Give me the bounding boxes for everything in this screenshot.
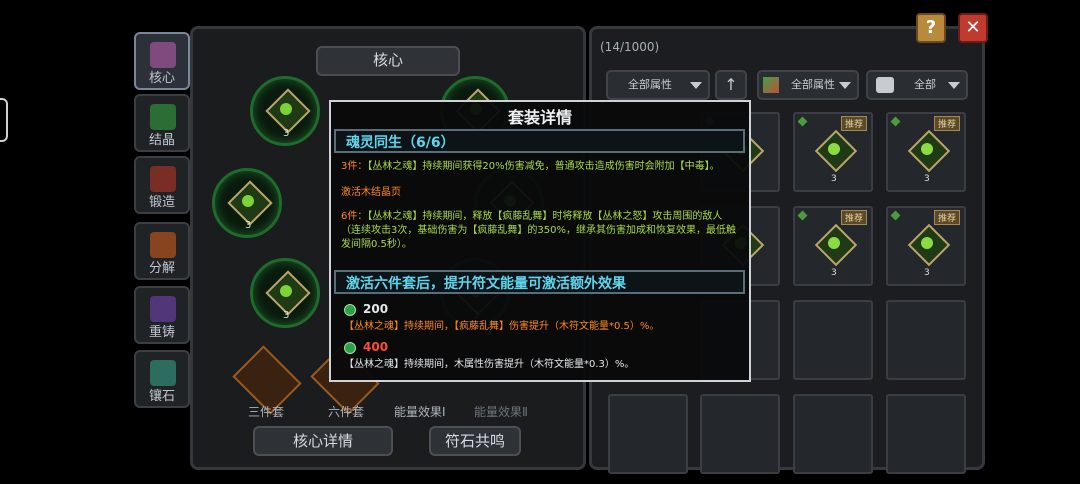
energy-header-text: 激活六件套后，提升符文能量可激活额外效果	[346, 276, 626, 292]
tab-label: 核心	[148, 71, 175, 86]
tab-recast[interactable]: 重铸	[134, 286, 190, 344]
inventory-empty-slot[interactable]	[886, 300, 966, 380]
arrow-up-icon: ↑	[724, 75, 738, 94]
inlay-tab-icon	[150, 360, 176, 386]
modal-title: 套装详情	[507, 108, 572, 127]
crystal-tab-icon	[150, 104, 176, 130]
tab-label: 结晶	[148, 133, 175, 148]
sort-button[interactable]: ↑	[715, 70, 747, 100]
six-piece-effect: 6件：【丛林之魂】持续期间，释放【疯藤乱舞】时将释放【丛林之怒】攻击周围的敌人（…	[341, 211, 736, 250]
attribute-filter-2-dropdown[interactable]: 全部属性	[757, 70, 859, 100]
inventory-item[interactable]: 推荐 3	[886, 112, 966, 192]
type-filter-dropdown[interactable]: 全部	[866, 70, 968, 100]
core-tab-icon	[150, 42, 176, 68]
attribute-color-icon	[763, 77, 779, 93]
energy-1-value: 200	[363, 302, 389, 316]
inventory-empty-slot[interactable]	[793, 300, 873, 380]
tab-label: 锻造	[148, 195, 175, 210]
inventory-empty-slot[interactable]	[886, 394, 966, 474]
rune-slot[interactable]: 3	[250, 76, 320, 146]
inventory-empty-slot[interactable]	[608, 394, 688, 474]
chevron-down-icon	[839, 82, 851, 89]
energy-header: 激活六件套后，提升符文能量可激活额外效果	[334, 270, 745, 294]
set-header: 魂灵同生（6/6）	[334, 129, 745, 153]
set-name: 魂灵同生（6/6）	[346, 135, 455, 151]
rune-resonance-button[interactable]: 符石共鸣	[429, 426, 521, 456]
inventory-item[interactable]: 推荐 3	[886, 206, 966, 286]
three-piece-effect: 3件：【丛林之魂】持续期间获得20%伤害减免，普通攻击造成伤害时会附加【中毒】。	[341, 161, 720, 172]
core-detail-button[interactable]: 核心详情	[253, 426, 393, 456]
forge-tab-icon	[150, 166, 176, 192]
chevron-down-icon	[948, 82, 960, 89]
energy-2-value: 400	[363, 340, 389, 354]
back-edge-button[interactable]	[0, 98, 8, 142]
set-label-three: 三件套	[248, 405, 285, 419]
monster-icon	[876, 77, 894, 93]
question-icon: ?	[925, 17, 937, 38]
tab-core[interactable]: 核心	[134, 32, 190, 90]
chevron-down-icon	[690, 82, 702, 89]
help-button[interactable]: ?	[916, 13, 946, 43]
set-label-energy-1: 能量效果Ⅰ	[394, 405, 446, 419]
set-label-six: 六件套	[328, 405, 365, 419]
close-button[interactable]: ✕	[958, 13, 988, 43]
recast-tab-icon	[150, 296, 176, 322]
inventory-item[interactable]: 推荐 3	[793, 112, 873, 192]
set-label-energy-2: 能量效果Ⅱ	[474, 405, 528, 419]
tab-label: 镶石	[148, 389, 175, 404]
close-icon: ✕	[965, 17, 981, 38]
rune-slot[interactable]: 3	[250, 258, 320, 328]
energy-2-effect: 【丛林之魂】持续期间，木属性伤害提升（木符文能量*0.3）%。	[344, 359, 635, 370]
tab-crystal[interactable]: 结晶	[134, 94, 190, 152]
tab-forge[interactable]: 锻造	[134, 156, 190, 214]
tab-decompose[interactable]: 分解	[134, 222, 190, 280]
inventory-empty-slot[interactable]	[700, 394, 780, 474]
decompose-tab-icon	[150, 232, 176, 258]
tab-inlay[interactable]: 镶石	[134, 350, 190, 408]
rune-slot[interactable]: 3	[212, 168, 282, 238]
inventory-item[interactable]: 推荐 3	[793, 206, 873, 286]
attribute-filter-dropdown[interactable]: 全部属性	[606, 70, 710, 100]
rune-energy-icon	[344, 304, 356, 316]
tab-label: 重铸	[148, 325, 175, 340]
rune-energy-icon	[344, 342, 356, 354]
inventory-empty-slot[interactable]	[793, 394, 873, 474]
core-panel-title: 核心	[316, 46, 460, 76]
energy-1-effect: 【丛林之魂】持续期间，【疯藤乱舞】伤害提升（木符文能量*0.5）%。	[344, 321, 660, 332]
tab-label: 分解	[148, 261, 175, 276]
inventory-count: (14/1000)	[600, 40, 660, 54]
activate-note: 激活木结晶页	[341, 187, 401, 198]
